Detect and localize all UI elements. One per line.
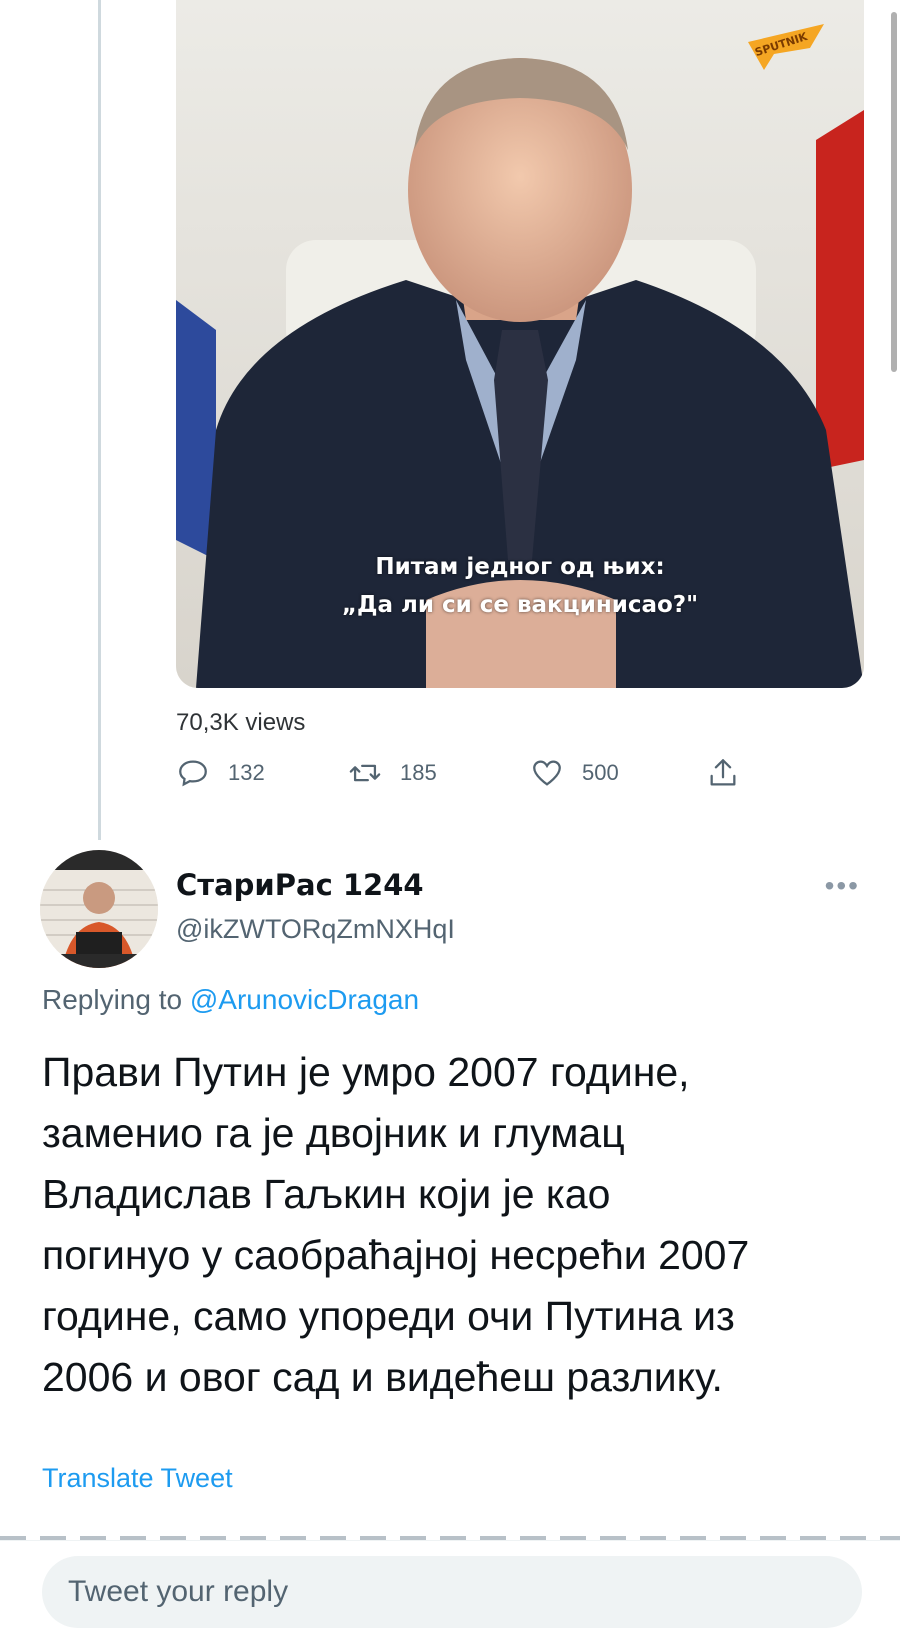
tweet-text-line: заменио га је двојник и глумац <box>42 1110 625 1156</box>
replying-to-mention-link[interactable]: @ArunovicDragan <box>190 984 419 1015</box>
retweet-icon <box>349 764 381 782</box>
video-caption: Питам једног од њих: „Да ли си се вакцин… <box>176 548 864 624</box>
caption-line-1: Питам једног од њих: <box>375 554 665 580</box>
like-count: 500 <box>582 760 619 785</box>
share-button[interactable] <box>706 756 758 790</box>
video-media[interactable]: SPUTNIK Питам једног од њих: „Да ли си с… <box>176 0 864 688</box>
retweet-count: 185 <box>400 760 437 785</box>
caption-line-2: „Да ли си се вакцинисао?" <box>341 592 699 618</box>
tweet-text-line: 2006 и овог сад и видећеш разлику. <box>42 1354 723 1400</box>
avatar-mugshot-image <box>40 850 158 968</box>
author-avatar[interactable] <box>40 850 158 968</box>
heart-icon <box>533 760 561 786</box>
thread-connector-line <box>98 0 101 840</box>
more-options-icon[interactable]: ••• <box>825 870 860 902</box>
tweet-action-bar: 132 185 500 <box>176 756 776 796</box>
view-count: 70,3K views <box>176 709 306 736</box>
author-display-name[interactable]: СтариРас 1244 <box>176 868 424 902</box>
reply-button[interactable]: 132 <box>176 756 265 790</box>
author-handle[interactable]: @ikZWTORqZmNXHqI <box>176 914 455 945</box>
tweet-reply-input[interactable]: Tweet your reply <box>42 1556 862 1628</box>
tweet-text-line: Прави Путин је умро 2007 године, <box>42 1049 690 1095</box>
tweet-text-line: године, само упореди очи Путина из <box>42 1293 735 1339</box>
retweet-button[interactable]: 185 <box>348 756 437 790</box>
reply-count: 132 <box>228 760 265 785</box>
tweet-text-line: погинуо у саобраћајној несрећи 2007 <box>42 1232 750 1278</box>
replying-to-label: Replying to <box>42 984 183 1015</box>
tweet-text-line: Владислав Гаљкин који је као <box>42 1171 611 1217</box>
share-icon <box>710 759 736 786</box>
reply-icon <box>179 760 207 787</box>
translate-tweet-link[interactable]: Translate Tweet <box>42 1463 233 1494</box>
sputnik-watermark-logo: SPUTNIK <box>744 24 828 74</box>
like-button[interactable]: 500 <box>530 756 619 790</box>
tweet-body-text: Прави Путин је умро 2007 године, заменио… <box>42 1042 862 1408</box>
replying-to-line: Replying to @ArunovicDragan <box>42 984 419 1016</box>
scrollbar[interactable] <box>891 12 897 372</box>
